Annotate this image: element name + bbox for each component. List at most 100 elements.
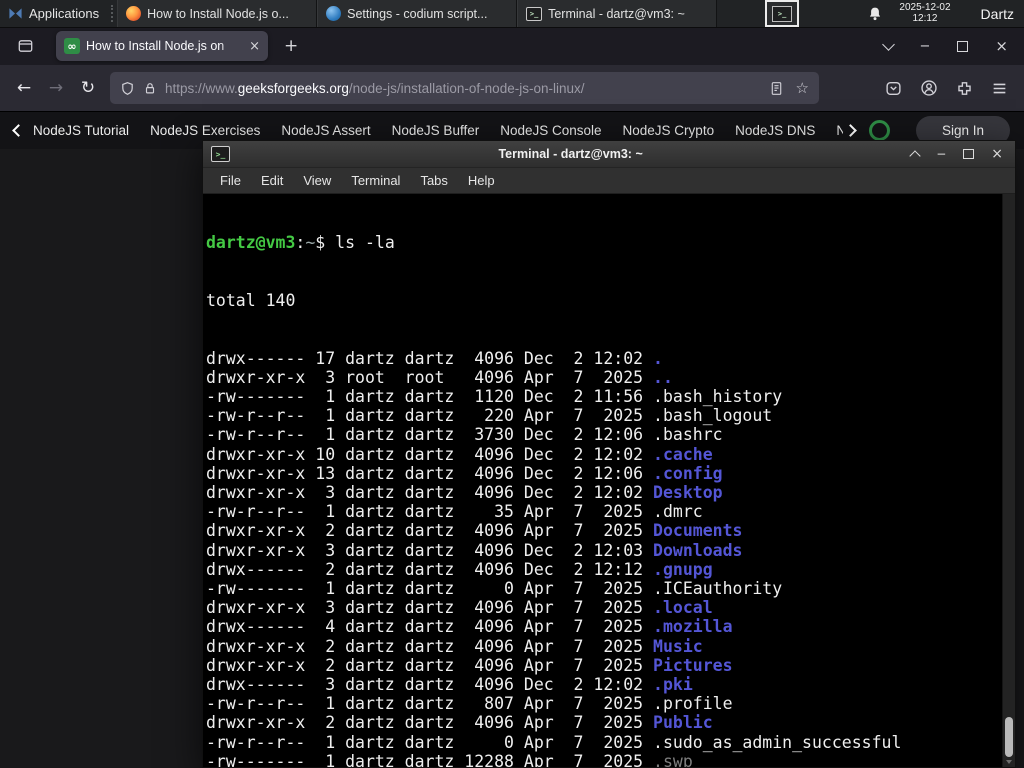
site-nav-link[interactable]: NodeJS Tutorial <box>33 123 129 138</box>
forward-button[interactable]: → <box>40 72 72 104</box>
site-nav-link[interactable]: NodeJS Assert <box>281 123 370 138</box>
tab-close-icon[interactable]: × <box>249 39 260 54</box>
clock-time: 12:12 <box>912 12 938 24</box>
terminal-titlebar[interactable]: >_ Terminal - dartz@vm3: ~ − × <box>203 141 1015 168</box>
listing-meta: drwxr-xr-x 3 dartz dartz 4096 Dec 2 12:0… <box>206 483 654 503</box>
listing-meta: -rw------- 1 dartz dartz 12288 Apr 7 202… <box>206 751 654 767</box>
listing-meta: drwxr-xr-x 2 dartz dartz 4096 Apr 7 2025 <box>206 655 654 675</box>
taskbar-window-label: Settings - codium script... <box>347 6 488 21</box>
directory-name: .gnupg <box>653 559 713 579</box>
terminal-icon: >_ <box>772 5 793 22</box>
bookmark-star-icon[interactable]: ☆ <box>796 79 809 97</box>
lock-icon[interactable] <box>143 81 157 96</box>
listing-meta: drwxr-xr-x 2 dartz dartz 4096 Apr 7 2025 <box>206 713 654 733</box>
prompt-command: $ ls -la <box>315 233 395 253</box>
clock[interactable]: 2025-12-02 12:12 <box>899 2 950 24</box>
directory-name: .cache <box>653 444 713 464</box>
listing-meta: drwxr-xr-x 13 dartz dartz 4096 Dec 2 12:… <box>206 463 654 483</box>
back-button[interactable]: ← <box>8 72 40 104</box>
taskbar-window-button[interactable]: Settings - codium script... <box>317 0 518 27</box>
applications-menu-button[interactable]: Applications <box>0 0 107 27</box>
url-bar[interactable]: https://www.geeksforgeeks.org/node-js/in… <box>110 72 819 104</box>
directory-name: Music <box>653 636 703 656</box>
account-icon[interactable] <box>920 79 938 97</box>
new-tab-button[interactable]: + <box>284 36 298 56</box>
firefox-view-button[interactable] <box>10 32 40 60</box>
minimize-button[interactable]: − <box>920 39 931 54</box>
terminal-scrollbar[interactable] <box>1002 194 1015 767</box>
panel-separator <box>111 5 114 22</box>
listing-meta: drwxr-xr-x 3 root root 4096 Apr 7 2025 <box>206 367 654 387</box>
url-scheme: https://www. <box>165 80 238 96</box>
terminal-listing: drwx------ 17 dartz dartz 4096 Dec 2 12:… <box>206 349 1002 767</box>
terminal-output-line: -rw------- 1 dartz dartz 0 Apr 7 2025 .I… <box>206 579 1002 598</box>
terminal-scrollbar-thumb[interactable] <box>1005 717 1013 757</box>
terminal-menu-item[interactable]: Edit <box>252 171 292 190</box>
directory-name: Desktop <box>653 483 723 503</box>
taskbar-window-button[interactable]: How to Install Node.js o... <box>117 0 318 27</box>
tracking-shield-icon[interactable] <box>120 81 135 96</box>
list-all-tabs-icon[interactable] <box>881 37 895 51</box>
listing-meta: -rw-r--r-- 1 dartz dartz 0 Apr 7 2025 <box>206 732 654 752</box>
tray-terminal-launcher[interactable]: >_ <box>765 0 800 27</box>
terminal-minimize-button[interactable]: − <box>936 147 946 161</box>
file-name: .ICEauthority <box>653 579 783 599</box>
terminal-content[interactable]: dartz@vm3:~$ ls -la total 140 drwx------… <box>203 194 1002 767</box>
taskbar-window-label: Terminal - dartz@vm3: ~ <box>548 6 685 21</box>
nav-scroll-right-icon[interactable] <box>844 124 857 137</box>
geeksforgeeks-logo-icon[interactable] <box>868 120 890 141</box>
terminal-menu-item[interactable]: Terminal <box>342 171 409 190</box>
site-nav-link[interactable]: Node <box>836 123 843 138</box>
taskbar-window-button[interactable]: >_ Terminal - dartz@vm3: ~ <box>517 0 718 27</box>
terminal-menubar: File Edit View Terminal Tabs Help <box>203 168 1015 194</box>
firefox-view-icon <box>18 40 32 52</box>
site-nav-link[interactable]: NodeJS Exercises <box>150 123 260 138</box>
firefox-icon <box>126 6 142 21</box>
terminal-maximize-button[interactable] <box>963 149 975 159</box>
file-name: .bash_logout <box>653 406 773 426</box>
terminal-menu-item[interactable]: File <box>211 171 250 190</box>
site-nav-link[interactable]: NodeJS Buffer <box>392 123 480 138</box>
site-nav-link[interactable]: NodeJS Crypto <box>623 123 715 138</box>
terminal-icon: >_ <box>526 6 543 21</box>
taskbar-status-area: 2025-12-02 12:12 Dartz <box>867 0 1024 27</box>
directory-name: .local <box>653 598 713 618</box>
user-menu[interactable]: Dartz <box>981 6 1014 22</box>
close-button[interactable]: × <box>995 37 1008 55</box>
terminal-total-line: total 140 <box>206 291 296 311</box>
terminal-output-line: -rw-r--r-- 1 dartz dartz 0 Apr 7 2025 .s… <box>206 733 1002 752</box>
terminal-close-button[interactable]: × <box>991 146 1003 162</box>
url-path: /node-js/installation-of-node-js-on-linu… <box>348 80 585 96</box>
reader-mode-icon[interactable] <box>769 81 784 96</box>
site-nav-link[interactable]: NodeJS Console <box>500 123 601 138</box>
notification-bell-icon[interactable] <box>867 6 883 22</box>
terminal-menu-item[interactable]: Help <box>459 171 504 190</box>
terminal-menu-item[interactable]: Tabs <box>411 171 456 190</box>
extensions-puzzle-icon[interactable] <box>956 80 973 97</box>
pocket-icon[interactable] <box>885 80 902 97</box>
shade-window-icon[interactable] <box>909 149 921 162</box>
terminal-menu-item[interactable]: View <box>294 171 340 190</box>
listing-meta: drwx------ 2 dartz dartz 4096 Dec 2 12:1… <box>206 559 654 579</box>
listing-meta: -rw-r--r-- 1 dartz dartz 220 Apr 7 2025 <box>206 406 654 426</box>
active-tab[interactable]: ∞ How to Install Node.js on × <box>56 31 268 61</box>
nav-scroll-left-icon[interactable] <box>12 124 25 137</box>
terminal-output-line: drwx------ 2 dartz dartz 4096 Dec 2 12:1… <box>206 560 1002 579</box>
toolbar-extras <box>885 79 1016 97</box>
listing-meta: drwx------ 3 dartz dartz 4096 Dec 2 12:0… <box>206 675 654 695</box>
directory-name: Public <box>653 713 713 733</box>
prompt-path: ~ <box>305 233 316 253</box>
file-name: .dmrc <box>653 502 703 522</box>
codium-icon <box>326 6 342 21</box>
site-nav-link[interactable]: NodeJS DNS <box>735 123 815 138</box>
reload-button[interactable]: ↻ <box>72 72 104 104</box>
url-text[interactable]: https://www.geeksforgeeks.org/node-js/in… <box>165 81 761 96</box>
listing-meta: drwx------ 17 dartz dartz 4096 Dec 2 12:… <box>206 348 654 368</box>
menu-hamburger-icon[interactable] <box>991 80 1008 97</box>
maximize-button[interactable] <box>957 40 969 52</box>
listing-meta: -rw------- 1 dartz dartz 1120 Dec 2 11:5… <box>206 387 654 407</box>
taskbar-windows: How to Install Node.js o... Settings - co… <box>117 0 718 27</box>
taskbar-window-label: How to Install Node.js o... <box>147 6 289 21</box>
terminal-output-line: drwxr-xr-x 3 dartz dartz 4096 Dec 2 12:0… <box>206 483 1002 502</box>
directory-name: .config <box>653 463 723 483</box>
